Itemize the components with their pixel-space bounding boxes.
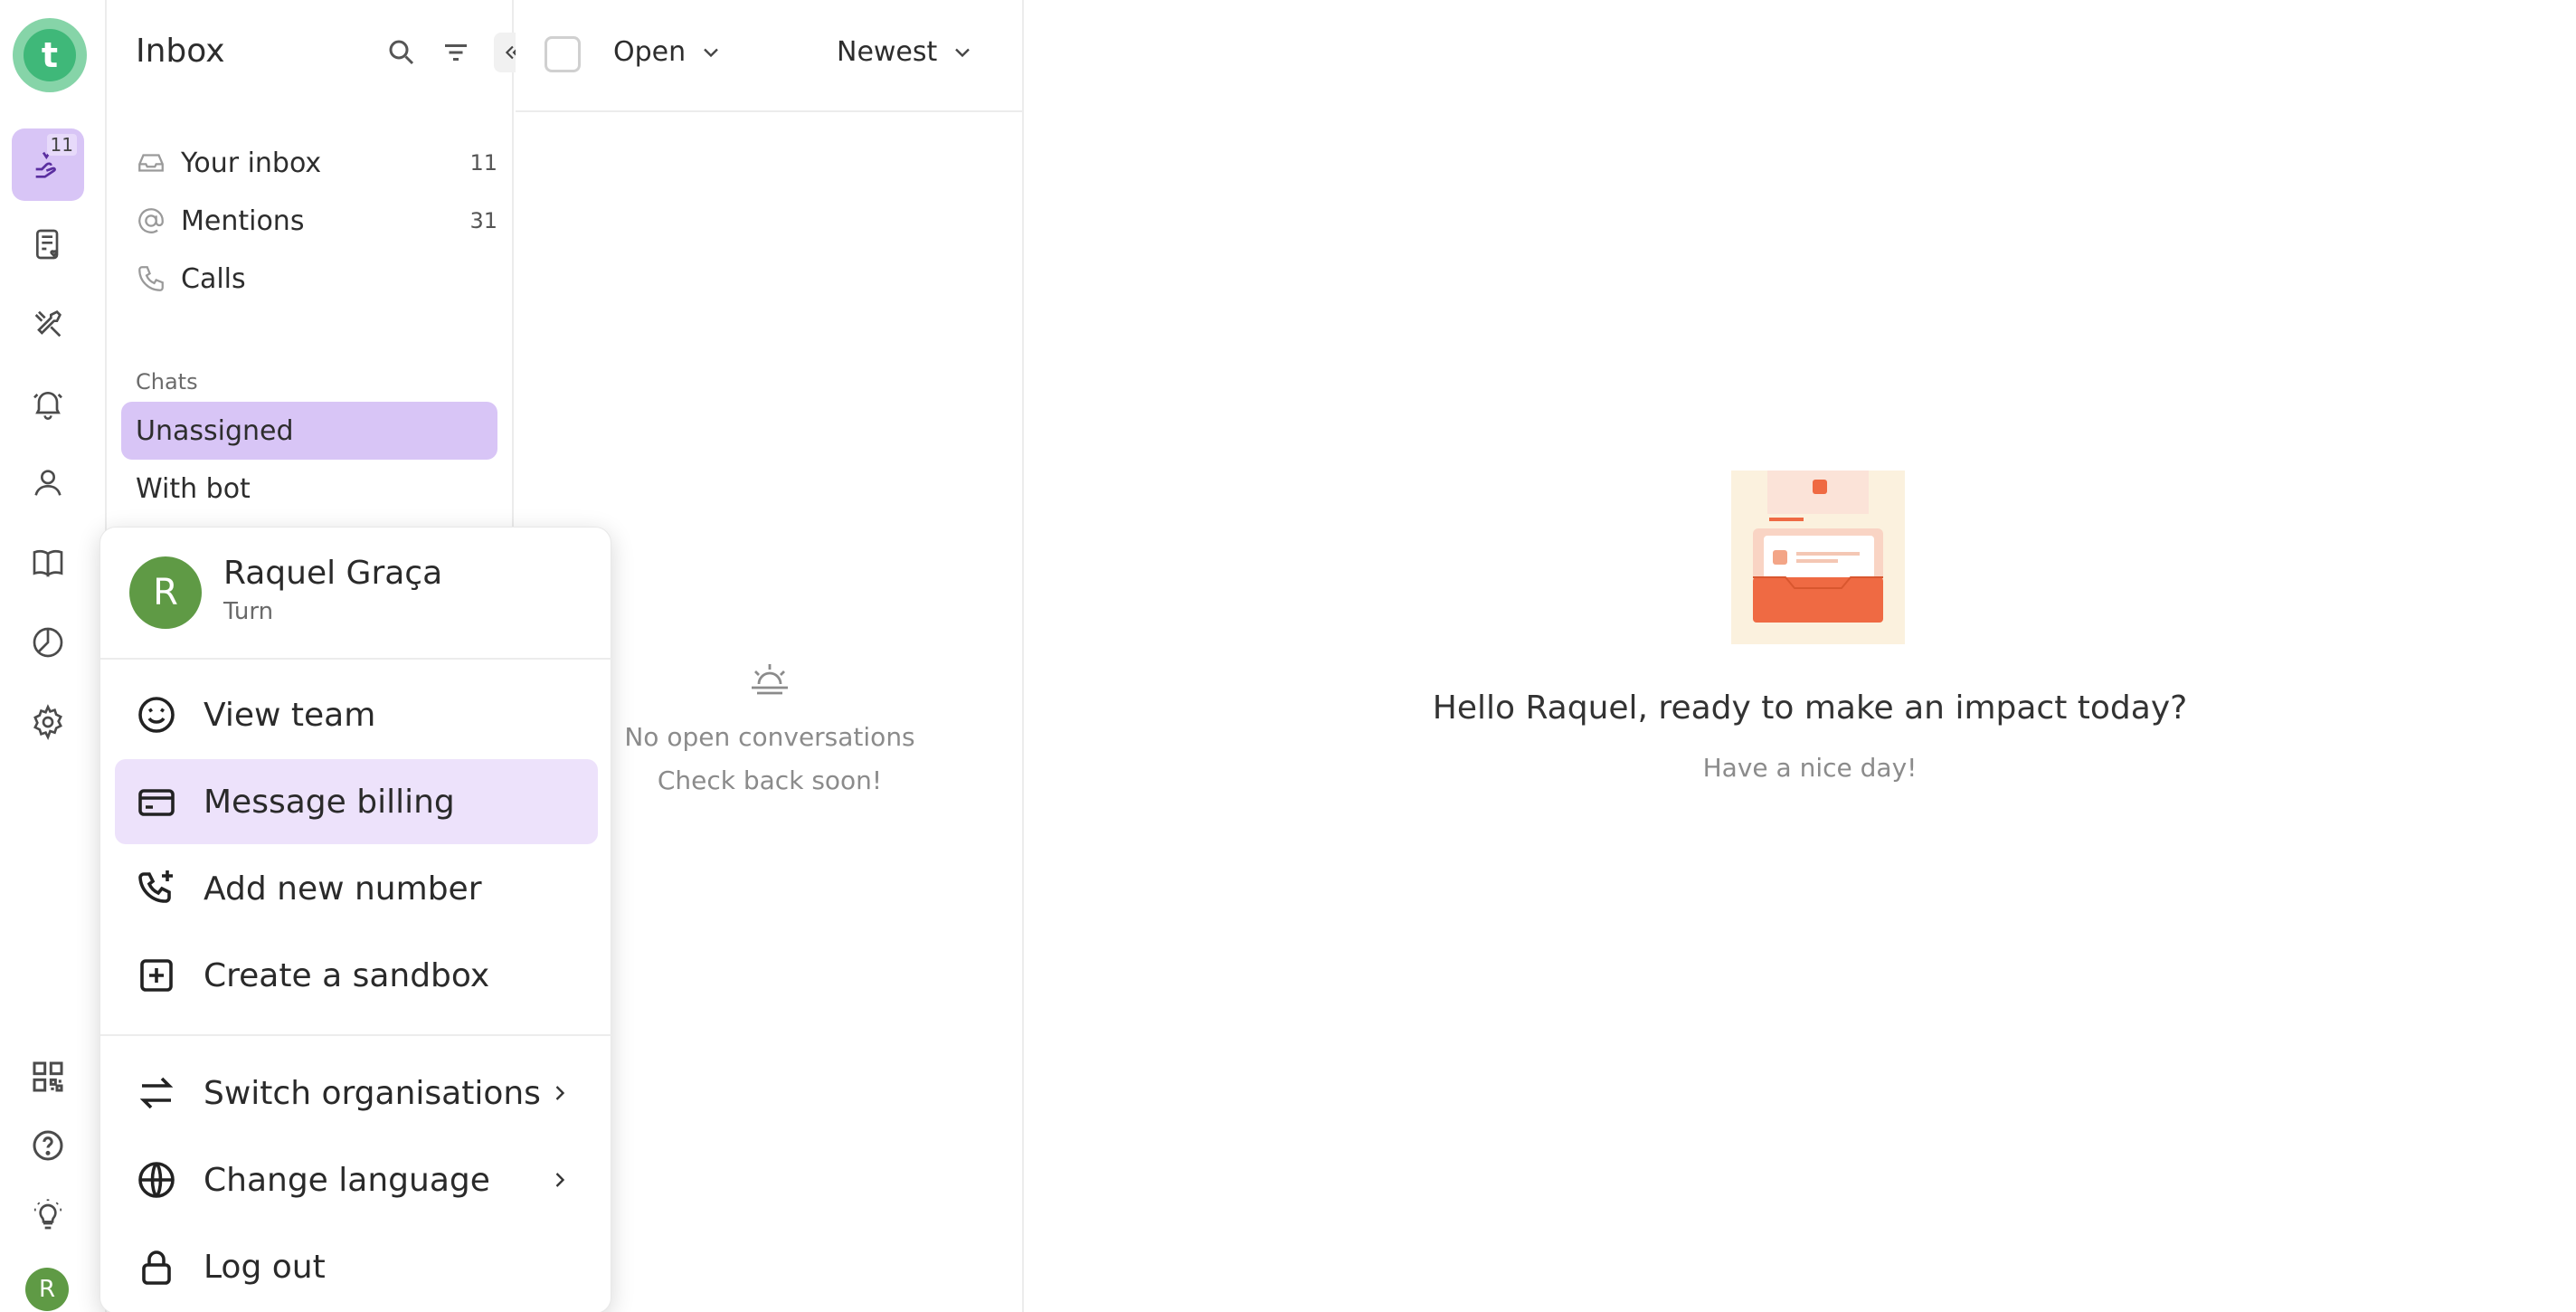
section-heading-chats: Chats bbox=[136, 369, 198, 395]
phone-icon bbox=[138, 266, 164, 291]
menu-label: Add new number bbox=[204, 870, 482, 908]
rail-settings-button[interactable] bbox=[12, 686, 84, 758]
rail-notifications-button[interactable] bbox=[12, 367, 84, 440]
rail-contacts-button[interactable] bbox=[12, 447, 84, 519]
chat-filter-unassigned[interactable]: Unassigned bbox=[121, 402, 497, 460]
sunrise-icon bbox=[746, 657, 793, 697]
menu-label: View team bbox=[204, 696, 376, 734]
menu-label: Log out bbox=[204, 1248, 326, 1286]
profile-avatar: R bbox=[129, 556, 202, 629]
profile-organisation: Turn bbox=[223, 598, 274, 625]
lock-icon bbox=[142, 1250, 171, 1285]
inbox-tray-icon bbox=[138, 154, 164, 172]
chevron-down-icon bbox=[704, 48, 718, 57]
inbox-badge: 11 bbox=[46, 134, 77, 156]
brand-letter: t bbox=[24, 29, 76, 81]
nav-your-inbox[interactable]: Your inbox 11 bbox=[136, 138, 497, 188]
left-rail: t 11 R bbox=[0, 0, 107, 1312]
greeting-text: Hello Raquel, ready to make an impact to… bbox=[1432, 689, 2188, 727]
rail-knowledge-button[interactable] bbox=[12, 527, 84, 599]
filter-button[interactable] bbox=[440, 36, 472, 69]
menu-switch-organisations[interactable]: Switch organisations bbox=[115, 1051, 598, 1136]
rail-help-button[interactable] bbox=[12, 1109, 84, 1182]
lightbulb-icon bbox=[34, 1199, 62, 1230]
book-icon bbox=[33, 549, 63, 577]
swap-icon bbox=[139, 1077, 174, 1109]
rail-tools-button[interactable] bbox=[12, 288, 84, 360]
menu-create-sandbox[interactable]: Create a sandbox bbox=[115, 933, 598, 1018]
rail-qr-button[interactable] bbox=[12, 1041, 84, 1113]
sort-dropdown[interactable]: Newest bbox=[837, 36, 975, 68]
status-filter-dropdown[interactable]: Open bbox=[613, 36, 724, 68]
nav-calls[interactable]: Calls bbox=[136, 253, 497, 304]
rail-inbox-button[interactable]: 11 bbox=[12, 128, 84, 201]
document-heart-icon bbox=[36, 229, 59, 260]
globe-icon bbox=[138, 1162, 175, 1198]
nav-label: Calls bbox=[181, 262, 246, 295]
smile-icon bbox=[138, 697, 175, 733]
search-icon bbox=[389, 40, 414, 65]
rail-ideas-button[interactable] bbox=[12, 1178, 84, 1250]
status-filter-value: Open bbox=[613, 36, 687, 68]
menu-change-language[interactable]: Change language bbox=[115, 1137, 598, 1222]
phone-plus-icon bbox=[138, 870, 173, 903]
help-icon bbox=[33, 1130, 63, 1161]
menu-label: Create a sandbox bbox=[204, 956, 490, 994]
filter-icon bbox=[445, 44, 467, 61]
brand-logo[interactable]: t bbox=[13, 18, 87, 92]
rail-analytics-button[interactable] bbox=[12, 606, 84, 679]
chat-filter-with-bot[interactable]: With bot bbox=[121, 460, 497, 518]
select-all-checkbox[interactable] bbox=[545, 36, 581, 72]
search-button[interactable] bbox=[385, 36, 418, 69]
bell-icon bbox=[33, 392, 62, 420]
menu-log-out[interactable]: Log out bbox=[115, 1224, 598, 1309]
nav-mentions[interactable]: Mentions 31 bbox=[136, 195, 497, 246]
menu-divider bbox=[100, 1034, 612, 1036]
nav-count: 31 bbox=[469, 208, 497, 233]
rail-campaigns-button[interactable] bbox=[12, 208, 84, 280]
menu-message-billing[interactable]: Message billing bbox=[115, 759, 598, 844]
tools-icon bbox=[34, 310, 62, 338]
nav-label: Mentions bbox=[181, 204, 305, 237]
plus-square-icon bbox=[140, 959, 173, 992]
panel-title: Inbox bbox=[136, 33, 225, 70]
conversation-list-header: Open Newest bbox=[516, 0, 1024, 112]
greeting-subtitle: Have a nice day! bbox=[1702, 753, 1918, 783]
menu-label: Change language bbox=[204, 1161, 490, 1199]
menu-add-new-number[interactable]: Add new number bbox=[115, 846, 598, 931]
menu-divider bbox=[100, 658, 612, 660]
gear-icon bbox=[33, 704, 62, 740]
main-area: Hello Raquel, ready to make an impact to… bbox=[1026, 0, 2576, 1312]
menu-label: Message billing bbox=[204, 783, 455, 821]
qr-code-icon bbox=[33, 1061, 63, 1092]
chevron-right-icon bbox=[555, 1086, 565, 1100]
nav-count: 11 bbox=[469, 150, 497, 176]
chevron-down-icon bbox=[955, 48, 971, 57]
user-icon bbox=[34, 470, 62, 496]
menu-label: Switch organisations bbox=[204, 1074, 541, 1112]
profile-menu: R Raquel Graça Turn View team Message bi… bbox=[99, 527, 612, 1312]
sort-value: Newest bbox=[837, 36, 938, 68]
inbox-illustration bbox=[1731, 471, 1905, 644]
at-sign-icon bbox=[138, 208, 164, 233]
pie-chart-icon bbox=[33, 627, 63, 658]
nav-label: Your inbox bbox=[181, 147, 322, 179]
profile-name: Raquel Graça bbox=[223, 555, 443, 592]
credit-card-icon bbox=[138, 789, 175, 816]
chevron-right-icon bbox=[555, 1173, 565, 1187]
menu-view-team[interactable]: View team bbox=[115, 672, 598, 757]
user-avatar[interactable]: R bbox=[25, 1268, 69, 1311]
